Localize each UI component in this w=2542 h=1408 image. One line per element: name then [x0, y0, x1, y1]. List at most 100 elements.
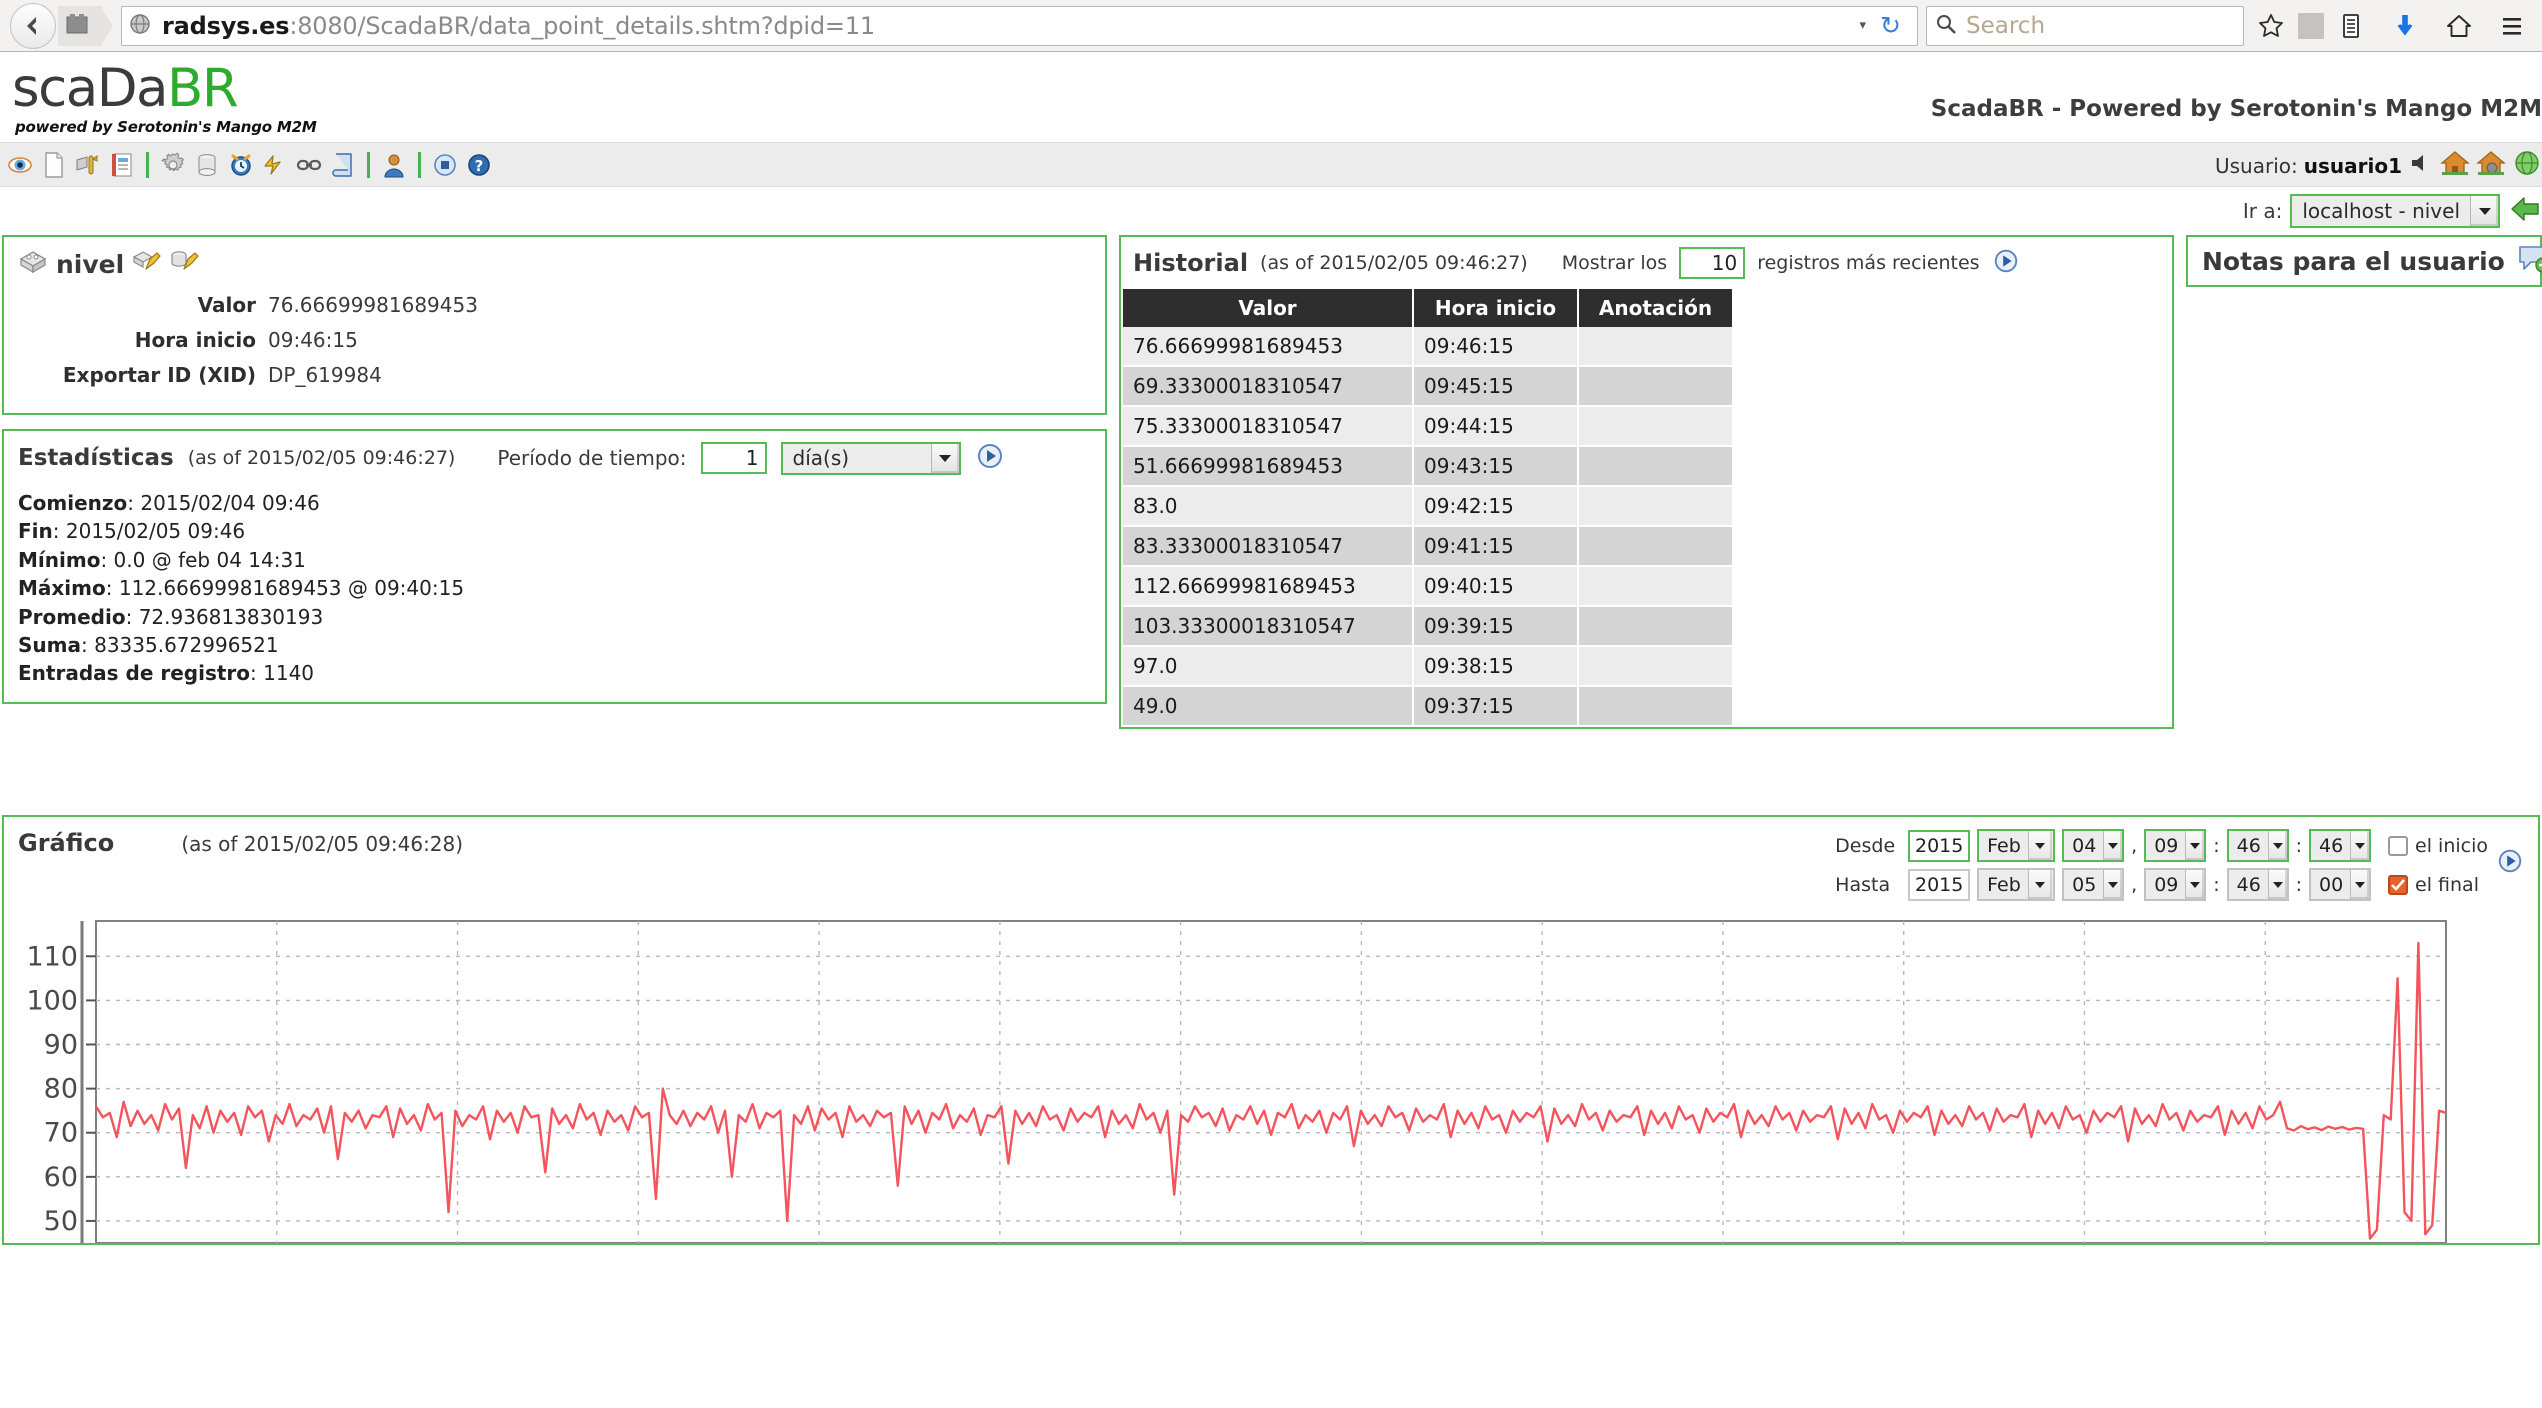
- star-icon[interactable]: [2244, 12, 2298, 40]
- field-value: 09:46:15: [268, 328, 358, 352]
- table-row: 49.0 09:37:15: [1123, 686, 1734, 727]
- table-header-row: Valor Hora inicio Anotación: [1123, 289, 1734, 327]
- hasta-day-select[interactable]: 05: [2062, 868, 2125, 901]
- search-box[interactable]: Search: [1926, 5, 2244, 46]
- scadabr-logo[interactable]: scaDaBR powered by Serotonin's Mango M2M: [12, 62, 317, 136]
- stat-label: Promedio: [18, 604, 126, 629]
- show-suffix-label: registros más recientes: [1757, 252, 1980, 274]
- green-arrow-icon[interactable]: [2508, 194, 2542, 228]
- system-status-icon[interactable]: [429, 149, 461, 181]
- column-header-hora: Hora inicio: [1413, 289, 1579, 327]
- play-refresh-icon[interactable]: [1992, 247, 2020, 279]
- grafico-title: Gráfico: [18, 829, 115, 857]
- stat-value: 83335.672996521: [94, 632, 279, 657]
- data-sources-icon[interactable]: [191, 149, 223, 181]
- edit-properties-icon[interactable]: [170, 247, 200, 281]
- event-handlers-icon[interactable]: [327, 149, 359, 181]
- period-label: Período de tiempo:: [497, 446, 687, 470]
- cell-anotacion: [1578, 406, 1734, 447]
- cell-hora: 09:40:15: [1413, 566, 1579, 607]
- table-row: 75.33300018310547 09:44:15: [1123, 406, 1734, 447]
- play-refresh-icon[interactable]: [2496, 829, 2524, 879]
- hasta-hour-select[interactable]: 09: [2144, 868, 2207, 901]
- desde-minute-select[interactable]: 46: [2226, 829, 2289, 862]
- point-event-detectors-icon[interactable]: [259, 149, 291, 181]
- colon-separator: :: [2295, 834, 2303, 857]
- cell-anotacion: [1578, 606, 1734, 647]
- help-icon[interactable]: ?: [463, 149, 495, 181]
- user-name: usuario1: [2303, 153, 2402, 178]
- table-row: 103.33300018310547 09:39:15: [1123, 606, 1734, 647]
- reload-button[interactable]: ↻: [1870, 13, 1911, 38]
- cell-anotacion: [1578, 526, 1734, 567]
- library-icon[interactable]: [2324, 12, 2378, 40]
- hasta-second-value: 00: [2319, 873, 2344, 896]
- url-bar[interactable]: radsys.es:8080/ScadaBR/data_point_detail…: [121, 5, 1918, 46]
- download-arrow-icon[interactable]: [2378, 12, 2432, 40]
- back-button[interactable]: [10, 2, 56, 49]
- colon-separator: :: [2213, 873, 2220, 896]
- cell-anotacion: [1578, 646, 1734, 687]
- historial-table: Valor Hora inicio Anotación 76.666999816…: [1123, 289, 1734, 727]
- logo-wordmark: scaDaBR: [12, 62, 317, 115]
- hasta-second-select[interactable]: 00: [2309, 868, 2372, 901]
- desde-month-select[interactable]: Feb: [1977, 829, 2056, 862]
- play-refresh-icon[interactable]: [975, 441, 1005, 475]
- logo-tagline: powered by Serotonin's Mango M2M: [15, 118, 317, 136]
- tab-chip[interactable]: [58, 5, 113, 46]
- desde-hour-select[interactable]: 09: [2144, 829, 2207, 862]
- stat-label: Suma: [18, 632, 81, 657]
- record-count-input[interactable]: 10: [1679, 247, 1746, 279]
- users-icon[interactable]: [378, 149, 410, 181]
- data-point-icon: [18, 247, 48, 281]
- desde-minute-value: 46: [2236, 834, 2261, 857]
- point-links-icon[interactable]: [293, 149, 325, 181]
- comment-add-icon[interactable]: [2517, 244, 2542, 278]
- left-column: nivel Valor 76.66699981689453 Hora inici…: [2, 235, 1107, 704]
- mute-speaker-icon[interactable]: [2408, 151, 2434, 180]
- goto-select[interactable]: localhost - nivel: [2290, 194, 2500, 228]
- desde-year-input[interactable]: 2015: [1908, 829, 1971, 862]
- hasta-month-select[interactable]: Feb: [1977, 868, 2056, 901]
- chart-area[interactable]: 110 100 90 80 70 60 50: [4, 913, 2538, 1243]
- reports-icon[interactable]: [106, 149, 138, 181]
- cell-hora: 09:45:15: [1413, 366, 1579, 407]
- scheduled-events-icon[interactable]: [225, 149, 257, 181]
- cell-valor: 51.66699981689453: [1123, 446, 1414, 487]
- search-input[interactable]: Search: [1966, 13, 2045, 39]
- notas-body[interactable]: [2186, 287, 2542, 797]
- url-dropdown-icon[interactable]: ▾: [1856, 18, 1871, 33]
- hasta-minute-select[interactable]: 46: [2226, 868, 2289, 901]
- watchlist-eye-icon[interactable]: [4, 149, 36, 181]
- svg-text:90: 90: [44, 1030, 78, 1061]
- new-page-icon[interactable]: [38, 149, 70, 181]
- graphical-view-icon[interactable]: [72, 149, 104, 181]
- period-input[interactable]: 1: [700, 442, 767, 474]
- desde-inicio-checkbox[interactable]: [2388, 835, 2409, 856]
- cell-valor: 69.33300018310547: [1123, 366, 1414, 407]
- edit-point-icon[interactable]: [132, 247, 162, 281]
- column-header-anotacion: Anotación: [1578, 289, 1734, 327]
- period-unit-select[interactable]: día(s): [780, 441, 961, 475]
- hasta-hour-value: 09: [2154, 873, 2179, 896]
- settings-gear-icon[interactable]: [157, 149, 189, 181]
- cell-anotacion: [1578, 686, 1734, 727]
- svg-text:50: 50: [44, 1206, 78, 1237]
- home-icon[interactable]: [2432, 12, 2486, 40]
- hasta-year-input[interactable]: 2015: [1908, 868, 1971, 901]
- desde-day-select[interactable]: 04: [2062, 829, 2125, 862]
- cell-hora: 09:42:15: [1413, 486, 1579, 527]
- desde-second-select[interactable]: 46: [2309, 829, 2372, 862]
- point-field-row: Exportar ID (XID) DP_619984: [18, 363, 1091, 387]
- cell-hora: 09:38:15: [1413, 646, 1579, 687]
- stat-value: 2015/02/05 09:46: [65, 519, 246, 544]
- hamburger-menu-icon[interactable]: [2486, 12, 2538, 40]
- home-icon[interactable]: [2440, 149, 2470, 182]
- cell-valor: 103.33300018310547: [1123, 606, 1414, 647]
- globe-green-icon[interactable]: [2512, 149, 2542, 182]
- goto-selected-value: localhost - nivel: [2302, 199, 2460, 223]
- home-settings-icon[interactable]: [2476, 149, 2506, 182]
- cell-hora: 09:43:15: [1413, 446, 1579, 487]
- hasta-final-checkbox[interactable]: [2388, 874, 2409, 895]
- main-content: nivel Valor 76.66699981689453 Hora inici…: [0, 235, 2542, 1245]
